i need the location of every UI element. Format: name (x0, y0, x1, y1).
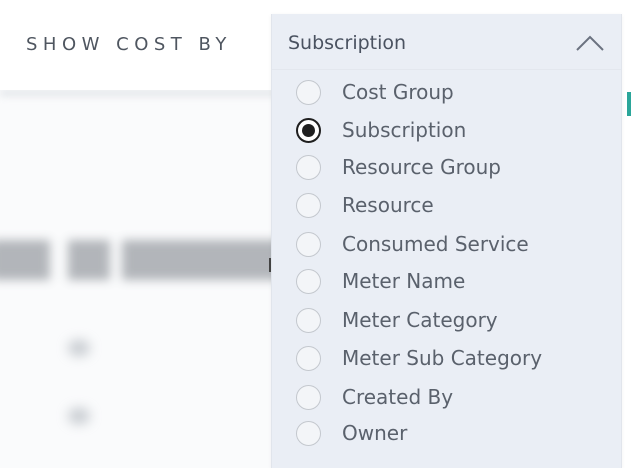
radio-unchecked-icon[interactable] (296, 80, 321, 105)
selected-value: Subscription (288, 32, 407, 54)
option-label: Meter Sub Category (342, 346, 543, 370)
radio-unchecked-icon[interactable] (296, 346, 321, 371)
option-label: Created By (342, 385, 454, 409)
option-subscription[interactable]: Subscription (272, 112, 621, 148)
radio-unchecked-icon[interactable] (296, 155, 321, 180)
radio-unchecked-icon[interactable] (296, 232, 321, 257)
option-label: Owner (342, 421, 408, 445)
option-meter-sub-category[interactable]: Meter Sub Category (272, 340, 621, 376)
option-label: Cost Group (342, 80, 454, 104)
option-cost-group[interactable]: Cost Group (272, 74, 621, 110)
option-created-by[interactable]: Created By (272, 379, 621, 415)
blurred-background-content (0, 90, 300, 468)
right-edge-strip (622, 90, 631, 468)
option-owner[interactable]: Owner (272, 415, 621, 451)
option-consumed-service[interactable]: Consumed Service (272, 226, 621, 262)
blurred-icon (68, 408, 90, 424)
radio-unchecked-icon[interactable] (296, 308, 321, 333)
radio-dot (302, 124, 315, 137)
option-meter-name[interactable]: Meter Name (272, 263, 621, 299)
show-cost-by-dropdown[interactable]: Subscription Cost Group Subscription Res… (271, 14, 622, 468)
option-label: Meter Name (342, 269, 466, 293)
option-label: Resource Group (342, 155, 501, 179)
option-resource-group[interactable]: Resource Group (272, 149, 621, 185)
option-resource[interactable]: Resource (272, 187, 621, 223)
radio-unchecked-icon[interactable] (296, 269, 321, 294)
radio-unchecked-icon[interactable] (296, 193, 321, 218)
option-label: Meter Category (342, 308, 498, 332)
option-label: Resource (342, 193, 434, 217)
option-label: Subscription (342, 118, 467, 142)
show-cost-by-label: SHOW COST BY (26, 34, 232, 55)
radio-unchecked-icon[interactable] (296, 385, 321, 410)
blurred-icon (68, 340, 90, 356)
blurred-heading (0, 240, 290, 280)
dropdown-header[interactable]: Subscription (272, 14, 621, 70)
accent-marker (627, 92, 631, 116)
radio-checked-icon[interactable] (296, 118, 321, 143)
option-label: Consumed Service (342, 232, 529, 256)
chevron-up-icon[interactable] (575, 34, 605, 52)
blurred-divider (0, 90, 300, 96)
radio-unchecked-icon[interactable] (296, 421, 321, 446)
option-meter-category[interactable]: Meter Category (272, 302, 621, 338)
